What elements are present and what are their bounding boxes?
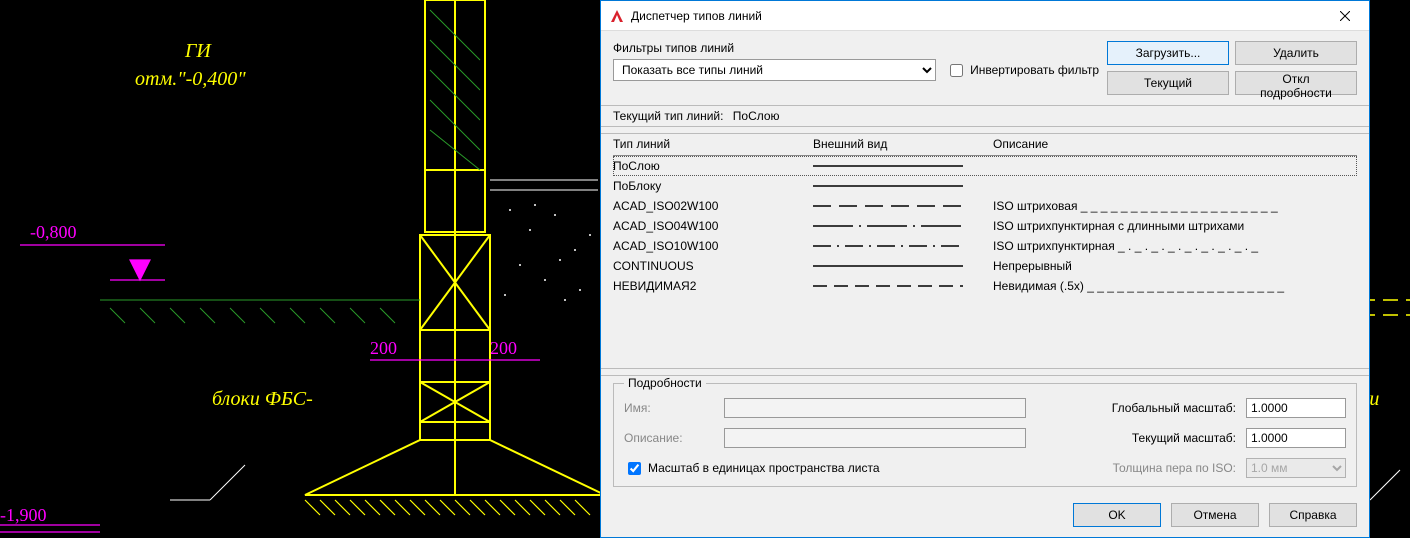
cancel-button[interactable]: Отмена (1171, 503, 1259, 527)
details-legend: Подробности (624, 376, 706, 390)
cad-dim-200-left: 200 (370, 338, 397, 359)
linetype-name: ACAD_ISO10W100 (613, 236, 813, 256)
delete-button[interactable]: Удалить (1235, 41, 1357, 65)
linetype-name: CONTINUOUS (613, 256, 813, 276)
linetype-appearance (813, 196, 993, 216)
table-row[interactable]: ПоСлою (613, 156, 1357, 177)
col-header-description[interactable]: Описание (993, 134, 1357, 156)
current-linetype-value: ПоСлою (733, 109, 780, 123)
cad-label-gi: ГИ (185, 40, 211, 63)
current-linetype-label: Текущий тип линий: (613, 109, 723, 123)
cad-dim-200-right: 200 (490, 338, 517, 359)
load-button[interactable]: Загрузить... (1107, 41, 1229, 65)
linetype-name: ПоБлоку (613, 176, 813, 196)
description-input (724, 428, 1026, 448)
details-group: Подробности Имя: Глобальный масштаб: Опи… (613, 376, 1357, 487)
table-row[interactable]: ACAD_ISO10W100 ISO штрихпунктирная _ . _… (613, 236, 1357, 256)
paperspace-units-wrap[interactable]: Масштаб в единицах пространства листа (624, 459, 1026, 478)
linetype-name: ACAD_ISO04W100 (613, 216, 813, 236)
invert-filter-checkbox[interactable] (950, 64, 963, 77)
linetype-description: ISO штрихпунктирная _ . _ . _ . _ . _ . … (993, 236, 1357, 256)
close-icon (1340, 11, 1350, 21)
description-label: Описание: (624, 431, 714, 445)
linetype-appearance (813, 256, 993, 276)
linetype-description: ISO штриховая _ _ _ _ _ _ _ _ _ _ _ _ _ … (993, 196, 1357, 216)
table-row[interactable]: ACAD_ISO04W100 ISO штрихпунктирная с дли… (613, 216, 1357, 236)
linetype-name: ПоСлою (613, 156, 813, 177)
titlebar: Диспетчер типов линий (601, 1, 1369, 31)
invert-filter-wrap[interactable]: Инвертировать фильтр (946, 61, 1099, 80)
linetype-manager-dialog: Диспетчер типов линий Фильтры типов лини… (600, 0, 1370, 538)
linetype-description: ISO штрихпунктирная с длинными штрихами (993, 216, 1357, 236)
global-scale-label: Глобальный масштаб: (1112, 401, 1236, 415)
linetype-appearance (813, 276, 993, 296)
invert-filter-label: Инвертировать фильтр (970, 63, 1099, 77)
linetype-appearance (813, 176, 993, 196)
cad-label-minus1900: -1,900 (0, 505, 47, 526)
iso-pen-width-label: Толщина пера по ISO: (1113, 461, 1236, 475)
table-row[interactable]: ACAD_ISO02W100 ISO штриховая _ _ _ _ _ _… (613, 196, 1357, 216)
current-scale-label: Текущий масштаб: (1132, 431, 1236, 445)
linetype-name: НЕВИДИМАЯ2 (613, 276, 813, 296)
linetype-name: ACAD_ISO02W100 (613, 196, 813, 216)
linetype-appearance (813, 156, 993, 177)
linetype-appearance (813, 236, 993, 256)
filter-select[interactable]: Показать все типы линий (613, 59, 936, 81)
linetype-description: Непрерывный (993, 256, 1357, 276)
linetype-description (993, 156, 1357, 177)
current-linetype-bar: Текущий тип линий: ПоСлою (601, 105, 1369, 127)
cad-label-fbs: блоки ФБС- (212, 388, 313, 411)
paperspace-units-label: Масштаб в единицах пространства листа (648, 461, 880, 475)
cad-label-otm: отм."-0,400" (135, 68, 246, 91)
table-row[interactable]: НЕВИДИМАЯ2 Невидимая (.5x) _ _ _ _ _ _ _… (613, 276, 1357, 296)
table-row[interactable]: CONTINUOUS Непрерывный (613, 256, 1357, 276)
col-header-name[interactable]: Тип линий (613, 134, 813, 156)
iso-pen-width-select: 1.0 мм (1246, 458, 1346, 478)
toggle-details-button[interactable]: Откл подробности (1235, 71, 1357, 95)
name-input (724, 398, 1026, 418)
col-header-appearance[interactable]: Внешний вид (813, 134, 993, 156)
ok-button[interactable]: OK (1073, 503, 1161, 527)
table-row[interactable]: ПоБлоку (613, 176, 1357, 196)
dialog-footer: OK Отмена Справка (601, 497, 1369, 537)
dialog-title: Диспетчер типов линий (631, 9, 1323, 23)
cad-label-minus0800: -0,800 (30, 222, 77, 243)
global-scale-input[interactable] (1246, 398, 1346, 418)
current-button[interactable]: Текущий (1107, 71, 1229, 95)
filters-label: Фильтры типов линий (613, 41, 1099, 55)
help-button[interactable]: Справка (1269, 503, 1357, 527)
linetype-table[interactable]: Тип линий Внешний вид Описание ПоСлою По… (613, 134, 1357, 296)
linetype-description (993, 176, 1357, 196)
autocad-logo-icon (609, 8, 625, 24)
linetype-appearance (813, 216, 993, 236)
close-button[interactable] (1323, 2, 1367, 30)
paperspace-units-checkbox[interactable] (628, 462, 641, 475)
name-label: Имя: (624, 401, 714, 415)
linetype-description: Невидимая (.5x) _ _ _ _ _ _ _ _ _ _ _ _ … (993, 276, 1357, 296)
current-scale-input[interactable] (1246, 428, 1346, 448)
